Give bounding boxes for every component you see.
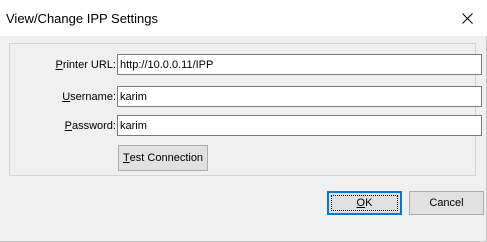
password-field[interactable] — [117, 115, 482, 136]
username-field[interactable] — [117, 86, 482, 107]
printer-url-field[interactable] — [117, 54, 482, 75]
title-bar: View/Change IPP Settings — [0, 0, 487, 36]
ok-button[interactable]: OK — [327, 191, 402, 215]
username-label: Username: — [62, 91, 116, 103]
test-connection-button[interactable]: Test Connection — [118, 145, 208, 171]
close-icon — [461, 12, 473, 24]
password-label: Password: — [64, 120, 116, 132]
printer-url-label: Printer URL: — [55, 59, 116, 71]
close-button[interactable] — [447, 0, 487, 36]
ipp-settings-dialog: View/Change IPP Settings Printer URL: Us… — [0, 0, 487, 242]
cancel-button[interactable]: Cancel — [409, 191, 484, 215]
window-title: View/Change IPP Settings — [6, 11, 159, 26]
